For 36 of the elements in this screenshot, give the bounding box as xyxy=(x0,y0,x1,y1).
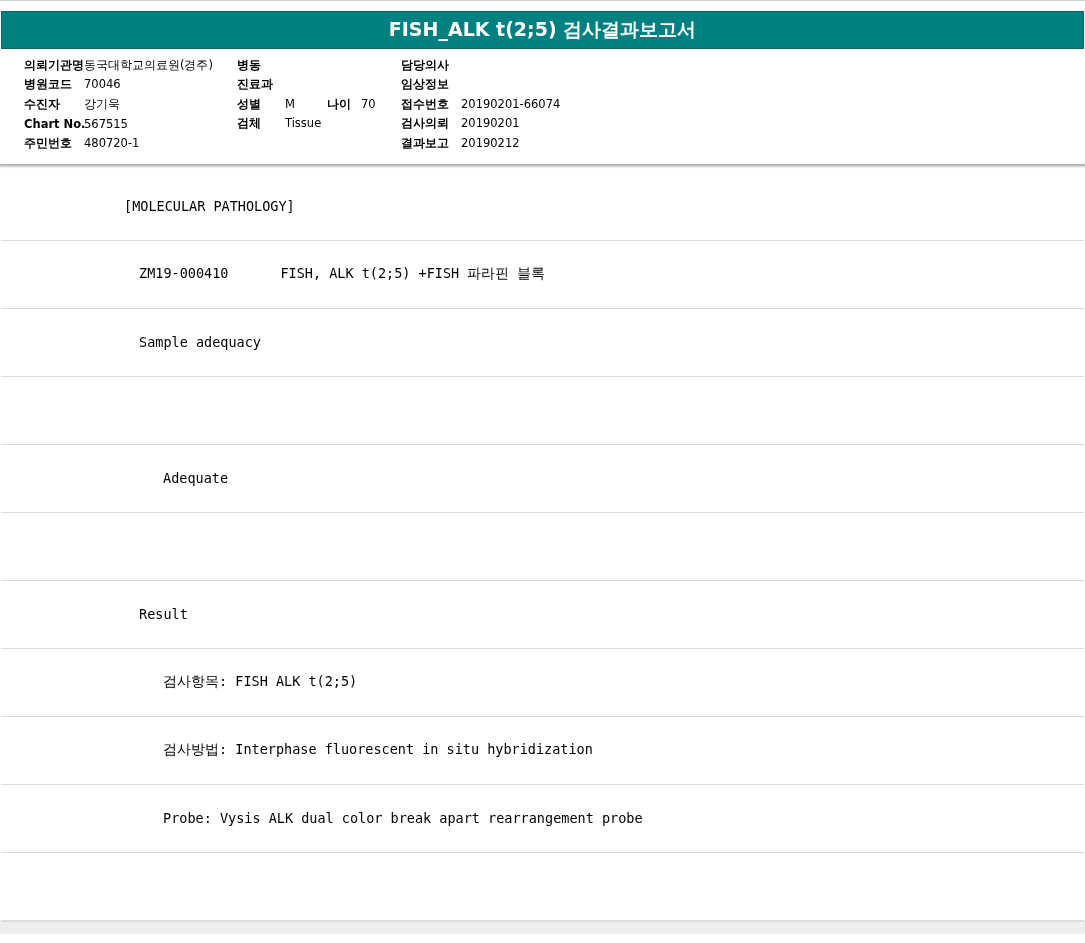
report-line: [MOLECULAR PATHOLOGY] xyxy=(124,197,295,214)
field-value: 70 xyxy=(361,96,377,112)
field-value: 20190212 xyxy=(461,135,520,151)
report-line: 검사방법: Interphase fluorescent in situ hybridization xyxy=(163,741,593,757)
field-value: Tissue xyxy=(285,116,323,132)
report-line: Result xyxy=(139,606,188,622)
field-label: 접수번호 xyxy=(401,96,450,112)
field-value: 480720-1 xyxy=(84,135,140,151)
field-value: 동국대학교의료원(경주) xyxy=(84,57,213,73)
field-value: 70046 xyxy=(84,77,121,93)
field-value: 20190201 xyxy=(461,116,520,132)
report-title: FISH_ALK t(2;5) 검사결과보고서 xyxy=(1,11,1084,49)
field-label: 담당의사 xyxy=(401,57,450,73)
field-label: 나이 xyxy=(327,96,352,112)
report-line: Sample adequacy xyxy=(139,334,261,350)
report-line: 검사항목: FISH ALK t(2;5) xyxy=(163,673,358,689)
field-label: 검사의뢰 xyxy=(401,116,450,132)
field-label: 병동 xyxy=(237,57,262,73)
report-line: Probe: Vysis ALK dual color break apart rearrangement probe xyxy=(163,810,643,826)
test-name: FISH, ALK t(2;5) +FISH 파라핀 블록 xyxy=(280,265,546,283)
report-line: Adequate xyxy=(163,470,229,486)
field-label: 결과보고 xyxy=(401,135,450,151)
order-code: ZM19-000410 xyxy=(139,265,229,283)
field-label: 병원코드 xyxy=(24,77,73,93)
field-value: 강기욱 xyxy=(84,96,120,112)
field-label: Chart No. xyxy=(24,116,84,131)
field-value: 567515 xyxy=(84,116,128,131)
field-label: 검체 xyxy=(237,116,262,132)
field-label: 주민번호 xyxy=(24,135,73,151)
field-label: 진료과 xyxy=(237,77,274,93)
field-value: M xyxy=(285,96,296,112)
field-value: 20190201-66074 xyxy=(461,96,561,112)
field-label: 의뢰기관명 xyxy=(24,57,84,73)
field-label: 수진자 xyxy=(24,96,61,112)
field-label: 성별 xyxy=(237,96,262,112)
field-label: 임상정보 xyxy=(401,77,450,93)
